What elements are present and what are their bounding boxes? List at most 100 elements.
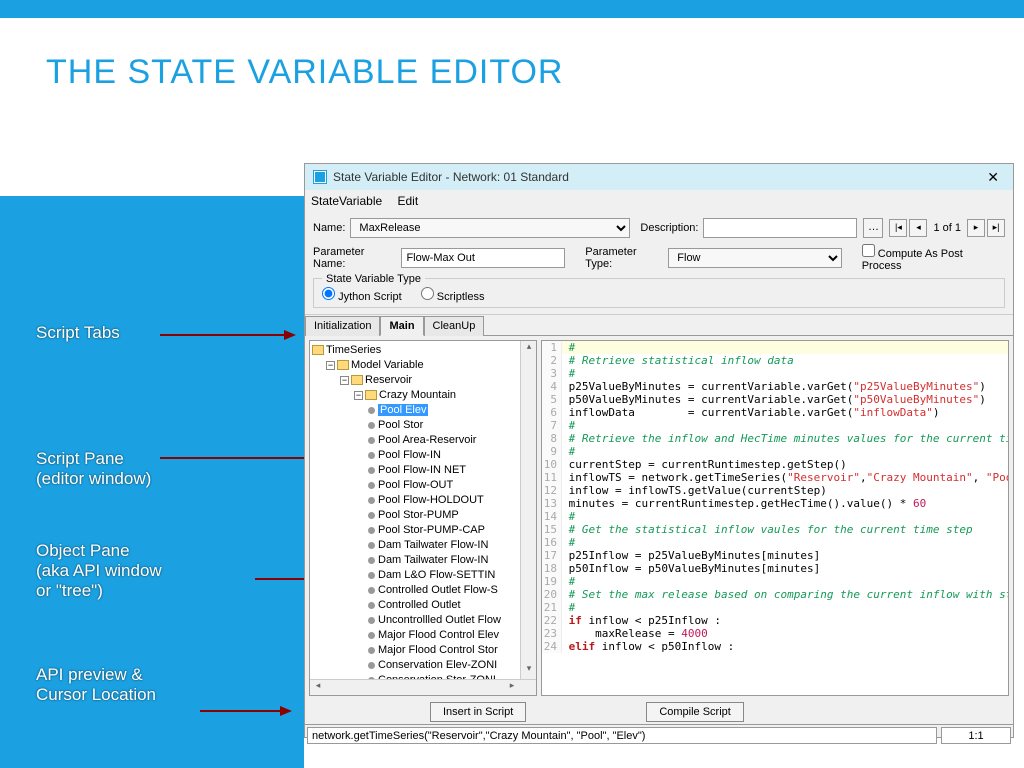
name-dropdown[interactable]: MaxRelease (350, 218, 630, 238)
tree-leaf[interactable]: Pool Elev (312, 403, 534, 418)
collapse-icon[interactable]: − (326, 361, 335, 370)
nav-first-icon[interactable]: |◂ (889, 219, 907, 237)
tree-leaf[interactable]: Controlled Outlet (312, 598, 534, 613)
annotation-line: API preview & (36, 665, 156, 685)
script-editor-panel[interactable]: 1 # 2 # Retrieve statistical inflow data… (541, 340, 1009, 696)
form-row-name: Name: MaxRelease Description: … |◂ ◂ 1 o… (313, 218, 1005, 238)
tree-leaf[interactable]: Major Flood Control Elev (312, 628, 534, 643)
sv-type-jython[interactable]: Jython Script (322, 291, 402, 303)
param-type-label: Parameter Type: (585, 246, 663, 270)
collapse-icon[interactable]: − (340, 376, 349, 385)
description-input[interactable] (703, 218, 857, 238)
tree-leaf[interactable]: Pool Flow-OUT (312, 478, 534, 493)
insert-in-script-button[interactable]: Insert in Script (430, 702, 526, 722)
annotation-script-pane: Script Pane (editor window) (36, 449, 151, 489)
tree-leaf[interactable]: Pool Flow-IN NET (312, 463, 534, 478)
tree-node-reservoir[interactable]: −Reservoir (312, 373, 534, 388)
dot-icon (368, 587, 375, 594)
tree-leaf[interactable]: Uncontrollled Outlet Flow (312, 613, 534, 628)
form-area: Name: MaxRelease Description: … |◂ ◂ 1 o… (305, 212, 1013, 315)
tree-leaf[interactable]: Dam Tailwater Flow-IN (312, 553, 534, 568)
sv-type-scriptless[interactable]: Scriptless (421, 291, 485, 303)
object-tree-panel[interactable]: TimeSeries −Model Variable −Reservoir −C… (309, 340, 537, 696)
titlebar[interactable]: State Variable Editor - Network: 01 Stan… (305, 164, 1013, 190)
compute-checkbox-label[interactable]: Compute As Post Process (862, 244, 1000, 272)
tree-node-timeseries[interactable]: TimeSeries (312, 343, 534, 358)
dot-icon (368, 482, 375, 489)
annotation-line: or "tree") (36, 581, 162, 601)
arrowhead-icon (280, 706, 292, 716)
tree-leaf[interactable]: Dam Tailwater Flow-IN (312, 538, 534, 553)
dot-icon (368, 497, 375, 504)
collapse-icon[interactable]: − (354, 391, 363, 400)
folder-icon (351, 375, 363, 385)
tree-leaf[interactable]: Major Flood Control Stor (312, 643, 534, 658)
tree-scrollbar-v[interactable] (520, 341, 536, 679)
param-type-dropdown[interactable]: Flow (668, 248, 841, 268)
pager-nav: |◂ ◂ 1 of 1 ▸ ▸| (889, 219, 1005, 237)
folder-icon (312, 345, 324, 355)
dot-icon (368, 572, 375, 579)
sv-type-legend: State Variable Type (322, 273, 425, 285)
tree-leaf[interactable]: Pool Area-Reservoir (312, 433, 534, 448)
compute-checkbox[interactable] (862, 244, 875, 257)
dot-icon (368, 452, 375, 459)
dot-icon (368, 647, 375, 654)
dot-icon (368, 557, 375, 564)
script-tab-strip: Initialization Main CleanUp (305, 315, 1013, 336)
tree-leaf[interactable]: Pool Stor (312, 418, 534, 433)
name-label: Name: (313, 222, 345, 234)
compile-script-button[interactable]: Compile Script (646, 702, 744, 722)
menubar: StateVariable Edit (305, 190, 1013, 212)
arrow (160, 334, 284, 336)
annotation-script-tabs: Script Tabs (36, 323, 120, 343)
state-variable-editor-window: State Variable Editor - Network: 01 Stan… (304, 163, 1014, 738)
tab-initialization[interactable]: Initialization (305, 316, 380, 336)
dot-icon (368, 662, 375, 669)
param-name-label: Parameter Name: (313, 246, 396, 270)
tree-node-crazymountain[interactable]: −Crazy Mountain (312, 388, 534, 403)
dot-icon (368, 467, 375, 474)
param-name-input[interactable] (401, 248, 565, 268)
form-row-param: Parameter Name: Parameter Type: Flow Com… (313, 244, 1005, 272)
tree-leaf[interactable]: Pool Stor-PUMP (312, 508, 534, 523)
tree-leaf[interactable]: Controlled Outlet Flow-S (312, 583, 534, 598)
close-icon[interactable]: ✕ (981, 164, 1005, 190)
cursor-location-box: 1:1 (941, 727, 1011, 744)
tree-leaf[interactable]: Conservation Elev-ZONI (312, 658, 534, 673)
annotation-panel: Script Tabs Script Pane (editor window) … (0, 196, 304, 768)
slide-title: THE STATE VARIABLE EDITOR (46, 53, 1024, 92)
tab-main[interactable]: Main (380, 316, 423, 336)
annotation-api-preview: API preview & Cursor Location (36, 665, 156, 705)
tree-leaf[interactable]: Pool Flow-HOLDOUT (312, 493, 534, 508)
nav-last-icon[interactable]: ▸| (987, 219, 1005, 237)
tree-scrollbar-h[interactable] (310, 679, 536, 695)
tree-leaf[interactable]: Dam L&O Flow-SETTIN (312, 568, 534, 583)
dot-icon (368, 512, 375, 519)
pager-label: 1 of 1 (929, 222, 965, 234)
annotation-line: Script Pane (36, 449, 151, 469)
annotation-line: (editor window) (36, 469, 151, 489)
sv-type-radio-scriptless[interactable] (421, 287, 434, 300)
dot-icon (368, 407, 375, 414)
ellipsis-button[interactable]: … (863, 218, 883, 238)
nav-next-icon[interactable]: ▸ (967, 219, 985, 237)
sv-type-radio-jython[interactable] (322, 287, 335, 300)
tree-leaf[interactable]: Pool Stor-PUMP-CAP (312, 523, 534, 538)
app-icon (313, 170, 327, 184)
dot-icon (368, 617, 375, 624)
annotation-line: Cursor Location (36, 685, 156, 705)
menu-edit[interactable]: Edit (398, 194, 419, 208)
arrow (200, 710, 280, 712)
dot-icon (368, 527, 375, 534)
tab-cleanup[interactable]: CleanUp (424, 316, 485, 336)
folder-icon (365, 390, 377, 400)
dot-icon (368, 602, 375, 609)
dot-icon (368, 422, 375, 429)
tree-leaf[interactable]: Pool Flow-IN (312, 448, 534, 463)
nav-prev-icon[interactable]: ◂ (909, 219, 927, 237)
button-row: Insert in Script Compile Script (305, 700, 1013, 724)
arrowhead-icon (284, 330, 296, 340)
menu-statevariable[interactable]: StateVariable (311, 194, 382, 208)
tree-node-modelvariable[interactable]: −Model Variable (312, 358, 534, 373)
